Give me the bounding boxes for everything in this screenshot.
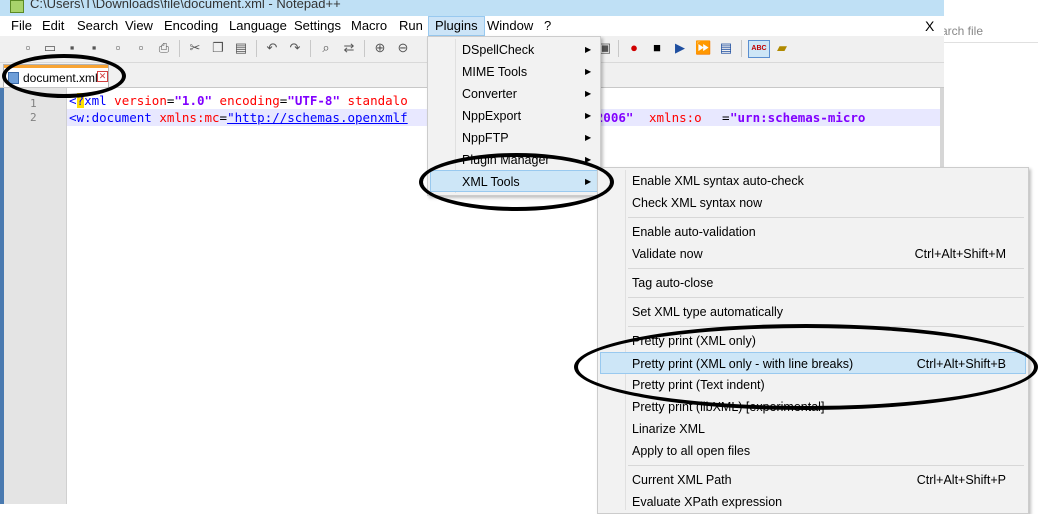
menu-item-apply-to-all-open-files[interactable]: Apply to all open files <box>600 440 1026 462</box>
menu-item-check-syntax-now[interactable]: Check XML syntax now <box>600 192 1026 214</box>
window-title: C:\Users\T\Downloads\file\document.xml -… <box>30 0 341 11</box>
menu-item-mime-tools[interactable]: MIME Tools ▶ <box>430 61 598 83</box>
menu-item-enable-auto-validation[interactable]: Enable auto-validation <box>600 221 1026 243</box>
background-search-placeholder: arch file <box>941 24 984 38</box>
annotation-ellipse-xml-tools <box>419 153 614 211</box>
menu-item-tag-auto-close[interactable]: Tag auto-close <box>600 272 1026 294</box>
close-icon[interactable]: ▫ <box>110 40 126 56</box>
close-document-button[interactable]: X <box>925 16 934 36</box>
stop-macro-icon[interactable]: ■ <box>649 40 665 56</box>
folder-tool-icon[interactable]: ▰ <box>774 40 790 56</box>
menu-macro[interactable]: Macro <box>345 16 393 36</box>
save-all-icon[interactable]: ▪ <box>86 40 102 56</box>
menu-settings[interactable]: Settings <box>288 16 347 36</box>
desktop-edge <box>0 88 4 504</box>
code-line-1: <?xml version="1.0" encoding="UTF-8" sta… <box>69 93 408 108</box>
close-all-icon[interactable]: ▫ <box>133 40 149 56</box>
menu-file[interactable]: File <box>5 16 38 36</box>
menu-item-validate-now[interactable]: Validate now Ctrl+Alt+Shift+M <box>600 243 1026 265</box>
run-macro-multiple-icon[interactable]: ⏩ <box>695 40 711 56</box>
cut-icon[interactable]: ✂ <box>187 40 203 56</box>
menu-item-current-xml-path[interactable]: Current XML Path Ctrl+Alt+Shift+P <box>600 469 1026 491</box>
submenu-arrow-icon: ▶ <box>585 45 592 54</box>
copy-icon[interactable]: ❐ <box>210 40 226 56</box>
notepad-plus-plus-icon <box>10 0 24 13</box>
menu-bar: File Edit Search View Encoding Language … <box>0 16 944 36</box>
submenu-arrow-icon: ▶ <box>585 133 592 142</box>
menu-item-dspellcheck[interactable]: DSpellCheck ▶ <box>430 39 598 61</box>
submenu-arrow-icon: ▶ <box>585 67 592 76</box>
line-number: 1 <box>30 97 37 110</box>
annotation-ellipse-pretty-print <box>574 324 1038 410</box>
annotation-ellipse-tab <box>2 54 126 98</box>
menu-window[interactable]: Window <box>481 16 539 36</box>
menu-item-set-xml-type-automatically[interactable]: Set XML type automatically <box>600 301 1026 323</box>
print-icon[interactable]: ⎙ <box>156 40 172 56</box>
menu-run[interactable]: Run <box>393 16 429 36</box>
find-icon[interactable]: ⌕ <box>318 40 334 56</box>
menu-help[interactable]: ? <box>538 16 557 36</box>
menu-edit[interactable]: Edit <box>36 16 70 36</box>
line-number-gutter: 1 2 <box>0 88 67 504</box>
submenu-arrow-icon: ▶ <box>585 111 592 120</box>
play-macro-icon[interactable]: ▶ <box>672 40 688 56</box>
replace-icon[interactable]: ⇄ <box>341 40 357 56</box>
menu-search[interactable]: Search <box>71 16 124 36</box>
undo-icon[interactable]: ↶ <box>264 40 280 56</box>
title-bar: C:\Users\T\Downloads\file\document.xml -… <box>0 0 944 16</box>
save-macro-icon[interactable]: ▤ <box>718 40 734 56</box>
menu-encoding[interactable]: Encoding <box>158 16 224 36</box>
record-macro-icon[interactable]: ● <box>626 40 642 56</box>
submenu-arrow-icon: ▶ <box>585 89 592 98</box>
menu-view[interactable]: View <box>119 16 159 36</box>
code-line-2: <w:document xmlns:mc="http://schemas.ope… <box>69 110 866 125</box>
new-file-icon[interactable]: ▫ <box>20 40 36 56</box>
menu-item-evaluate-xpath[interactable]: Evaluate XPath expression <box>600 491 1026 513</box>
menu-item-enable-syntax-auto-check[interactable]: Enable XML syntax auto-check <box>600 170 1026 192</box>
zoom-out-icon[interactable]: ⊖ <box>395 40 411 56</box>
menu-item-nppftp[interactable]: NppFTP ▶ <box>430 127 598 149</box>
menu-plugins[interactable]: Plugins <box>428 16 485 36</box>
zoom-in-icon[interactable]: ⊕ <box>372 40 388 56</box>
menu-item-linarize-xml[interactable]: Linarize XML <box>600 418 1026 440</box>
spell-check-icon[interactable]: ABC <box>748 40 770 58</box>
menu-item-nppexport[interactable]: NppExport ▶ <box>430 105 598 127</box>
menu-language[interactable]: Language <box>223 16 293 36</box>
background-search-field[interactable]: arch file <box>941 20 1038 43</box>
redo-icon[interactable]: ↷ <box>287 40 303 56</box>
line-number: 2 <box>30 111 37 124</box>
paste-icon[interactable]: ▤ <box>233 40 249 56</box>
menu-item-converter[interactable]: Converter ▶ <box>430 83 598 105</box>
